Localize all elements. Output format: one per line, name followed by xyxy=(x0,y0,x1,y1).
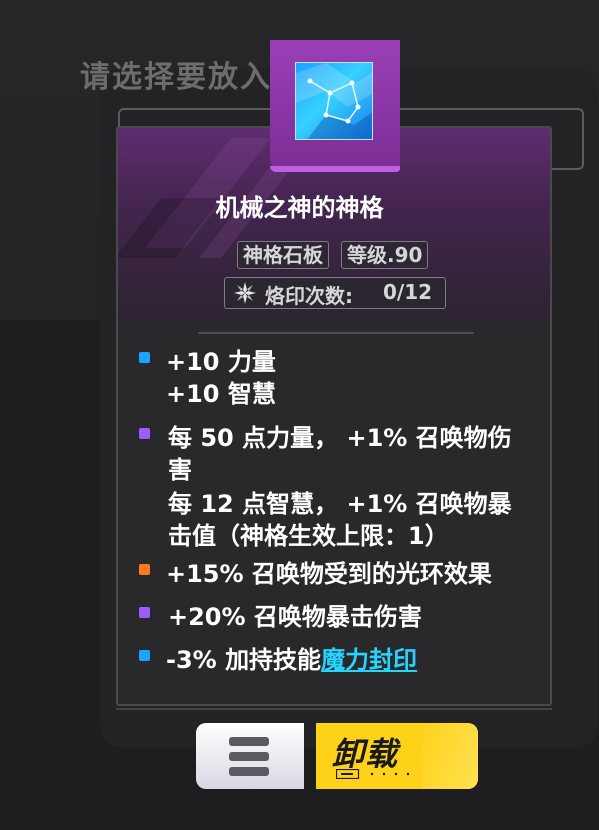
stat-line: 击值（神格生效上限：1） xyxy=(168,522,449,550)
stat-line: 每 50 点力量， +1% 召唤物伤 xyxy=(168,424,512,452)
stat-bullet xyxy=(139,352,150,363)
stat-line: +10 力量 xyxy=(166,348,276,376)
menu-icon xyxy=(229,737,269,746)
card-bottom-rule xyxy=(116,708,552,710)
stat-bullet xyxy=(139,650,150,661)
menu-button[interactable] xyxy=(196,723,304,789)
stat-bullet xyxy=(139,607,150,618)
stat-bullet xyxy=(139,428,150,439)
imprint-label: 烙印次数: xyxy=(265,284,353,308)
unload-button[interactable]: 卸载 xyxy=(316,723,478,789)
item-level-tag: 等级.90 xyxy=(341,241,429,269)
stat-line: +20% 召唤物暴击伤害 xyxy=(168,603,422,631)
item-type-tag: 神格石板 xyxy=(237,241,329,269)
divider xyxy=(198,332,474,334)
stat-text: -3% 加持技能 xyxy=(166,646,322,674)
imprint-star-icon xyxy=(234,282,256,304)
stat-line: 害 xyxy=(168,456,192,484)
stat-line: 每 12 点智慧， +1% 召唤物暴 xyxy=(168,490,512,518)
imprint-count-tag: 烙印次数: 0/12 xyxy=(224,277,446,309)
stat-bullet xyxy=(139,564,150,575)
imprint-value: 0/12 xyxy=(383,280,433,304)
skill-link-magic-seal[interactable]: 魔力封印 xyxy=(321,646,417,674)
stat-line: +15% 召唤物受到的光环效果 xyxy=(166,560,492,588)
stat-line: +10 智慧 xyxy=(166,380,276,408)
button-deco-icon xyxy=(336,769,410,779)
stat-line: -3% 加持技能魔力封印 xyxy=(166,640,417,675)
crystal-tablet-icon xyxy=(295,62,373,140)
item-name: 机械之神的神格 xyxy=(215,194,384,222)
